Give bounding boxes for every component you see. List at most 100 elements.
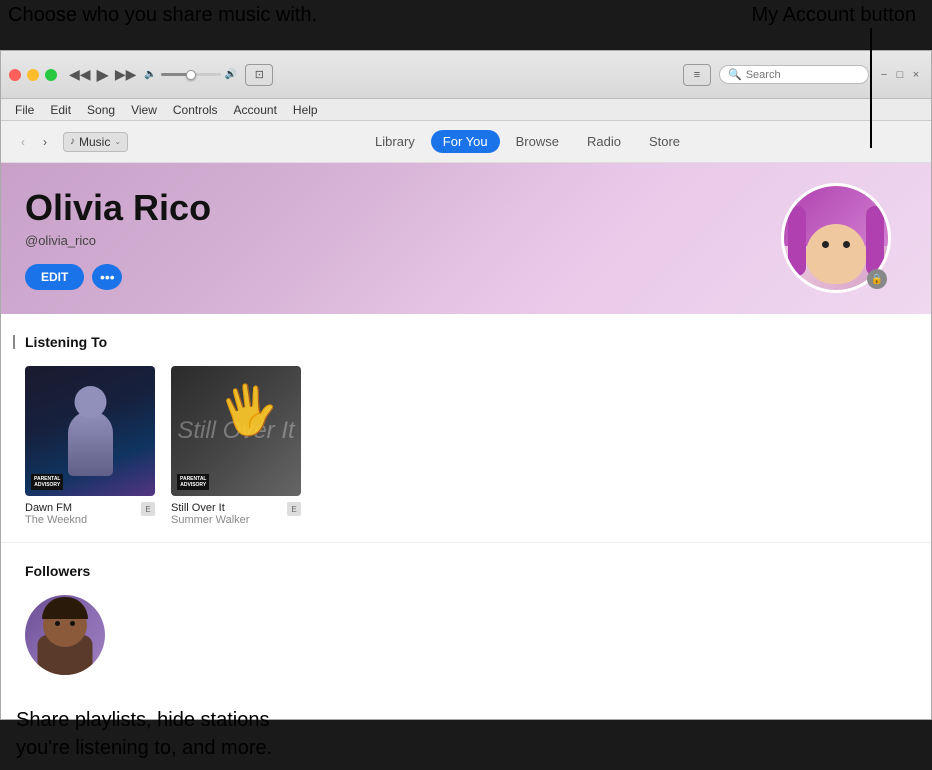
rewind-icon: ◀◀ (69, 66, 91, 83)
tab-radio[interactable]: Radio (575, 130, 633, 153)
profile-area: Olivia Rico @olivia_rico EDIT ••• (1, 163, 931, 314)
nav-tabs: Library For You Browse Radio Store (136, 130, 919, 153)
profile-avatar[interactable]: 🔒 (781, 183, 891, 293)
follower-eyes (55, 621, 75, 626)
tab-library[interactable]: Library (363, 130, 427, 153)
album-cover-still: Still Over It 🖐 PARENTALADVISORY (171, 366, 301, 496)
volume-track[interactable] (161, 73, 221, 76)
title-bar: ◀◀ ▶ ▶▶ 🔈 🔊 ⊡ ≡ � (1, 51, 931, 99)
rewind-button[interactable]: ◀◀ (69, 66, 91, 83)
tab-for-you[interactable]: For You (431, 130, 500, 153)
album-name-dawn: Dawn FM (25, 502, 87, 514)
follower-hair (42, 597, 88, 619)
album-cover-dawn: PARENTALADVISORY (25, 366, 155, 496)
lock-icon: 🔒 (867, 269, 887, 289)
follower-eye-right (70, 621, 75, 626)
album-info-dawn: Dawn FM The Weeknd E (25, 502, 155, 526)
top-annotation: Choose who you share music with. My Acco… (0, 0, 932, 31)
listening-section: Listening To PARENTALADVISORY (1, 314, 931, 543)
profile-handle: @olivia_rico (25, 233, 907, 248)
album-artist-still: Summer Walker (171, 514, 249, 526)
list-icon: ≡ (694, 69, 700, 81)
window-controls (9, 69, 57, 81)
album-still-over-it[interactable]: Still Over It 🖐 PARENTALADVISORY Still O… (171, 366, 301, 526)
avatar-face (806, 224, 866, 284)
annotation-left: Choose who you share music with. (8, 4, 317, 27)
tab-browse[interactable]: Browse (504, 130, 571, 153)
search-icon: 🔍 (728, 68, 742, 81)
avatar-hair-left (788, 206, 806, 276)
followers-title: Followers (25, 563, 907, 579)
maximize-button[interactable] (45, 69, 57, 81)
play-icon: ▶ (97, 65, 109, 85)
nav-bar: ‹ › ♪ Music ⌄ Library For You Browse Rad… (1, 121, 931, 163)
right-controls: ≡ 🔍 − □ × (683, 64, 923, 86)
follower-item[interactable] (25, 595, 105, 675)
window-action-buttons: − □ × (877, 68, 923, 82)
list-view-button[interactable]: ≡ (683, 64, 711, 86)
menu-view[interactable]: View (125, 101, 163, 119)
still-hand-icon: 🖐 (215, 376, 284, 443)
album-artist-dawn: The Weeknd (25, 514, 87, 526)
album-name-still: Still Over It (171, 502, 249, 514)
parental-advisory-dawn: PARENTALADVISORY (31, 474, 63, 490)
back-button[interactable]: ‹ (13, 132, 33, 152)
menu-edit[interactable]: Edit (44, 101, 77, 119)
close-window-button[interactable]: × (909, 68, 923, 82)
menu-bar: File Edit Song View Controls Account Hel… (1, 99, 931, 121)
bottom-annotation-text: Share playlists, hide stationsyou're lis… (16, 706, 916, 762)
more-button[interactable]: ••• (92, 264, 122, 290)
album-badge-dawn: E (141, 502, 155, 516)
minimize-window-button[interactable]: − (877, 68, 891, 82)
menu-account[interactable]: Account (228, 101, 283, 119)
avatar-eyes (822, 241, 850, 248)
tab-store[interactable]: Store (637, 130, 692, 153)
restore-window-button[interactable]: □ (893, 68, 907, 82)
menu-help[interactable]: Help (287, 101, 324, 119)
forward-button[interactable]: › (35, 132, 55, 152)
source-label: Music (79, 135, 110, 149)
fast-forward-button[interactable]: ▶▶ (115, 66, 137, 83)
album-details-still: Still Over It Summer Walker (171, 502, 249, 526)
album-details-dawn: Dawn FM The Weeknd (25, 502, 87, 526)
play-button[interactable]: ▶ (97, 65, 109, 85)
bottom-annotation: Share playlists, hide stationsyou're lis… (0, 698, 932, 770)
volume-thumb (186, 70, 196, 80)
avatar-lower-face (821, 256, 851, 271)
menu-song[interactable]: Song (81, 101, 121, 119)
source-selector[interactable]: ♪ Music ⌄ (63, 132, 128, 152)
volume-slider[interactable]: 🔈 🔊 (144, 69, 237, 80)
followers-section: Followers (1, 543, 931, 695)
avatar-eye-right (843, 241, 850, 248)
albums-grid: PARENTALADVISORY Dawn FM The Weeknd E St… (25, 366, 907, 526)
album-dawn-fm[interactable]: PARENTALADVISORY Dawn FM The Weeknd E (25, 366, 155, 526)
profile-name: Olivia Rico (25, 187, 907, 229)
content-area[interactable]: Olivia Rico @olivia_rico EDIT ••• (1, 163, 931, 719)
account-arrow (820, 28, 872, 148)
menu-controls[interactable]: Controls (167, 101, 224, 119)
edit-button[interactable]: EDIT (25, 264, 84, 290)
airplay-button[interactable]: ⊡ (245, 64, 273, 86)
followers-list (25, 595, 907, 675)
album-badge-still: E (287, 502, 301, 516)
follower-avatar (25, 595, 105, 675)
dawn-figure-container (63, 386, 118, 476)
volume-low-icon: 🔈 (144, 69, 156, 80)
album-info-still: Still Over It Summer Walker E (171, 502, 301, 526)
listening-title: Listening To (25, 334, 907, 350)
menu-file[interactable]: File (9, 101, 40, 119)
close-button[interactable] (9, 69, 21, 81)
profile-buttons: EDIT ••• (25, 264, 907, 290)
annotation-right: My Account button (751, 4, 916, 27)
airplay-icon: ⊡ (255, 68, 264, 81)
parental-advisory-still: PARENTALADVISORY (177, 474, 209, 490)
minimize-button[interactable] (27, 69, 39, 81)
fast-forward-icon: ▶▶ (115, 66, 137, 83)
transport-controls: ◀◀ ▶ ▶▶ (69, 65, 136, 85)
note-icon: ♪ (70, 136, 75, 147)
volume-high-icon: 🔊 (225, 69, 237, 80)
itunes-window: ◀◀ ▶ ▶▶ 🔈 🔊 ⊡ ≡ � (0, 50, 932, 720)
avatar-hair-right (866, 206, 884, 276)
avatar-eye-left (822, 241, 829, 248)
dawn-head (74, 386, 106, 418)
